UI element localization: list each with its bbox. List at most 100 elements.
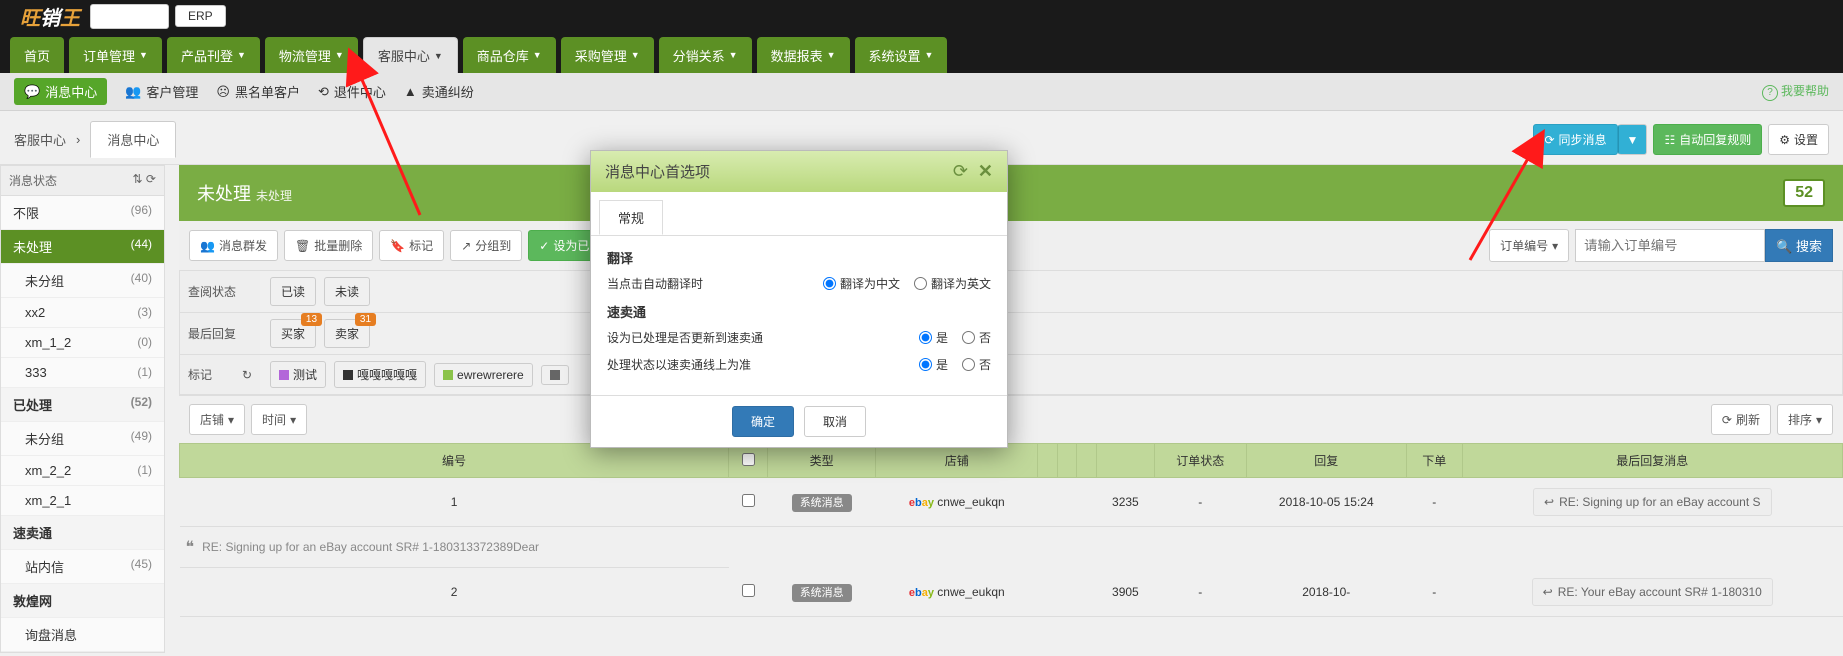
- table-row-preview: ❝RE: Signing up for an eBay account SR# …: [180, 527, 1843, 569]
- sub-nav: 💬 消息中心 👥 客户管理 ☹ 黑名单客户 ⟲ 退件中心 ▲ 卖通纠纷 我要帮助: [0, 73, 1843, 111]
- subnav-dispute[interactable]: ▲ 卖通纠纷: [404, 82, 474, 101]
- sidebar-item-5[interactable]: 333(1): [1, 358, 164, 388]
- tag-chip-2[interactable]: ewrewrerere: [434, 363, 533, 387]
- sidebar-item-3[interactable]: xx2(3): [1, 298, 164, 328]
- type-badge: 系统消息: [792, 494, 852, 512]
- nav-item-7[interactable]: 分销关系 ▼: [659, 37, 752, 73]
- sidebar-item-6[interactable]: 已处理(52): [1, 388, 164, 422]
- last-reply-pill[interactable]: ↩ RE: Your eBay account SR# 1-180310: [1532, 578, 1773, 606]
- col-4: [1038, 444, 1058, 478]
- subnav-message-center[interactable]: 💬 消息中心: [14, 78, 107, 105]
- sidebar-item-4[interactable]: xm_1_2(0): [1, 328, 164, 358]
- modal-refresh-icon[interactable]: ⟳: [953, 161, 968, 182]
- subnav-customer-mgmt[interactable]: 👥 客户管理: [125, 82, 198, 101]
- batch-delete-button[interactable]: 🗑 批量删除: [284, 230, 373, 261]
- nav-item-9[interactable]: 系统设置 ▼: [855, 37, 948, 73]
- section-translate: 翻译: [607, 248, 991, 267]
- modal-tab-general[interactable]: 常规: [599, 200, 663, 235]
- translate-label: 当点击自动翻译时: [607, 275, 703, 292]
- sidebar-item-12[interactable]: 敦煌网: [1, 584, 164, 618]
- actions-toolbar: 👥 消息群发 🗑 批量删除 🔖 标记 ↗ 分组到 ✓ 设为已处理 订单编号 ▾ …: [179, 221, 1843, 271]
- filter-read-no[interactable]: 未读: [324, 277, 370, 306]
- nav-item-4[interactable]: 客服中心 ▼: [363, 37, 458, 73]
- smt-q1-label: 设为已处理是否更新到速卖通: [607, 329, 763, 346]
- erp-button[interactable]: ERP: [175, 5, 226, 27]
- filter-read-label: 查阅状态: [180, 271, 260, 312]
- tag-chip-0[interactable]: 测试: [270, 361, 326, 388]
- sync-messages-dropdown[interactable]: ▼: [1618, 124, 1648, 155]
- mass-send-button[interactable]: 👥 消息群发: [189, 230, 278, 261]
- group-to-button[interactable]: ↗ 分组到: [450, 230, 522, 261]
- nav-item-5[interactable]: 商品仓库 ▼: [463, 37, 556, 73]
- shop-dropdown[interactable]: 店铺 ▾: [189, 404, 245, 435]
- nav-item-3[interactable]: 物流管理 ▼: [265, 37, 358, 73]
- filter-read-yes[interactable]: 已读: [270, 277, 316, 306]
- nav-item-2[interactable]: 产品刊登 ▼: [167, 37, 260, 73]
- table-row[interactable]: 1 系统消息 ebay cnwe_eukqn 3235 - 2018-10-05…: [180, 478, 1843, 527]
- marketing-dropdown[interactable]: 营销版▼: [90, 4, 169, 29]
- modal-ok-button[interactable]: 确定: [732, 406, 794, 437]
- modal-close-icon[interactable]: ✕: [978, 161, 993, 182]
- row-checkbox[interactable]: [742, 584, 755, 597]
- radio-translate-cn[interactable]: 翻译为中文: [823, 275, 900, 292]
- table-row[interactable]: 2 系统消息 ebay cnwe_eukqn 3905 - 2018-10- -…: [180, 568, 1843, 617]
- auto-reply-rules-button[interactable]: ☷ 自动回复规则: [1653, 124, 1762, 155]
- sidebar-item-0[interactable]: 不限(96): [1, 196, 164, 230]
- smt-q2-label: 处理状态以速卖通线上为准: [607, 356, 751, 373]
- logo: 旺销王: [20, 2, 80, 31]
- sidebar-item-13[interactable]: 询盘消息: [1, 618, 164, 652]
- radio-q2-no[interactable]: 否: [962, 356, 991, 373]
- page-title: 未处理: [197, 184, 251, 204]
- radio-q1-no[interactable]: 否: [962, 329, 991, 346]
- sidebar-item-9[interactable]: xm_2_1: [1, 486, 164, 516]
- settings-button[interactable]: ⚙ 设置: [1768, 124, 1829, 155]
- sidebar-item-2[interactable]: 未分组(40): [1, 264, 164, 298]
- filter-tag-label: 标记↻: [180, 355, 260, 394]
- subnav-blacklist[interactable]: ☹ 黑名单客户: [216, 82, 300, 101]
- tag-button[interactable]: 🔖 标记: [379, 230, 444, 261]
- tag-chip-1[interactable]: 嘎嘎嘎嘎嘎: [334, 361, 426, 388]
- refresh-button[interactable]: ⟳ 刷新: [1711, 404, 1771, 435]
- last-reply-pill[interactable]: ↩ RE: Signing up for an eBay account S: [1533, 488, 1772, 516]
- col-11: 最后回复消息: [1462, 444, 1842, 478]
- messages-table: 编号类型店铺订单状态回复下单最后回复消息 1 系统消息 ebay cnwe_eu…: [179, 443, 1843, 617]
- sidebar: 消息状态 ⇅ ⟳ 不限(96)未处理(44)未分组(40)xx2(3)xm_1_…: [0, 165, 165, 653]
- breadcrumb-tab[interactable]: 消息中心: [90, 121, 176, 158]
- sidebar-item-10[interactable]: 速卖通: [1, 516, 164, 550]
- nav-item-6[interactable]: 采购管理 ▼: [561, 37, 654, 73]
- main-nav: 首页订单管理 ▼产品刊登 ▼物流管理 ▼客服中心 ▼商品仓库 ▼采购管理 ▼分销…: [0, 32, 1843, 73]
- sidebar-tools[interactable]: ⇅ ⟳: [133, 172, 156, 189]
- sort-dropdown[interactable]: 排序 ▾: [1777, 404, 1833, 435]
- order-no-dropdown[interactable]: 订单编号 ▾: [1489, 229, 1569, 262]
- filter-reply-seller[interactable]: 卖家31: [324, 319, 370, 348]
- row-checkbox[interactable]: [742, 494, 755, 507]
- sidebar-item-7[interactable]: 未分组(49): [1, 422, 164, 456]
- col-8: 订单状态: [1154, 444, 1246, 478]
- nav-item-1[interactable]: 订单管理 ▼: [69, 37, 162, 73]
- sidebar-header: 消息状态 ⇅ ⟳: [1, 166, 164, 196]
- col-1: [729, 444, 768, 478]
- sidebar-item-8[interactable]: xm_2_2(1): [1, 456, 164, 486]
- sidebar-item-1[interactable]: 未处理(44): [1, 230, 164, 264]
- filter-reply-buyer[interactable]: 买家13: [270, 319, 316, 348]
- radio-q2-yes[interactable]: 是: [919, 356, 948, 373]
- modal-title: 消息中心首选项: [605, 161, 710, 182]
- ebay-icon: ebay: [909, 587, 934, 599]
- sidebar-item-11[interactable]: 站内信(45): [1, 550, 164, 584]
- subnav-returns[interactable]: ⟲ 退件中心: [318, 82, 386, 101]
- select-all-checkbox[interactable]: [742, 453, 755, 466]
- search-input[interactable]: [1575, 229, 1765, 262]
- modal-cancel-button[interactable]: 取消: [804, 406, 866, 437]
- nav-item-8[interactable]: 数据报表 ▼: [757, 37, 850, 73]
- help-link[interactable]: 我要帮助: [1762, 82, 1829, 101]
- tag-chip-3[interactable]: [541, 365, 569, 385]
- breadcrumb-root[interactable]: 客服中心: [14, 130, 66, 149]
- radio-translate-en[interactable]: 翻译为英文: [914, 275, 991, 292]
- search-button[interactable]: 🔍 搜索: [1765, 229, 1833, 262]
- radio-q1-yes[interactable]: 是: [919, 329, 948, 346]
- sync-messages-button[interactable]: ⟳ 同步消息: [1533, 124, 1617, 155]
- refresh-icon[interactable]: ↻: [242, 368, 252, 382]
- type-badge: 系统消息: [792, 584, 852, 602]
- time-dropdown[interactable]: 时间 ▾: [251, 404, 307, 435]
- nav-item-0[interactable]: 首页: [10, 37, 64, 73]
